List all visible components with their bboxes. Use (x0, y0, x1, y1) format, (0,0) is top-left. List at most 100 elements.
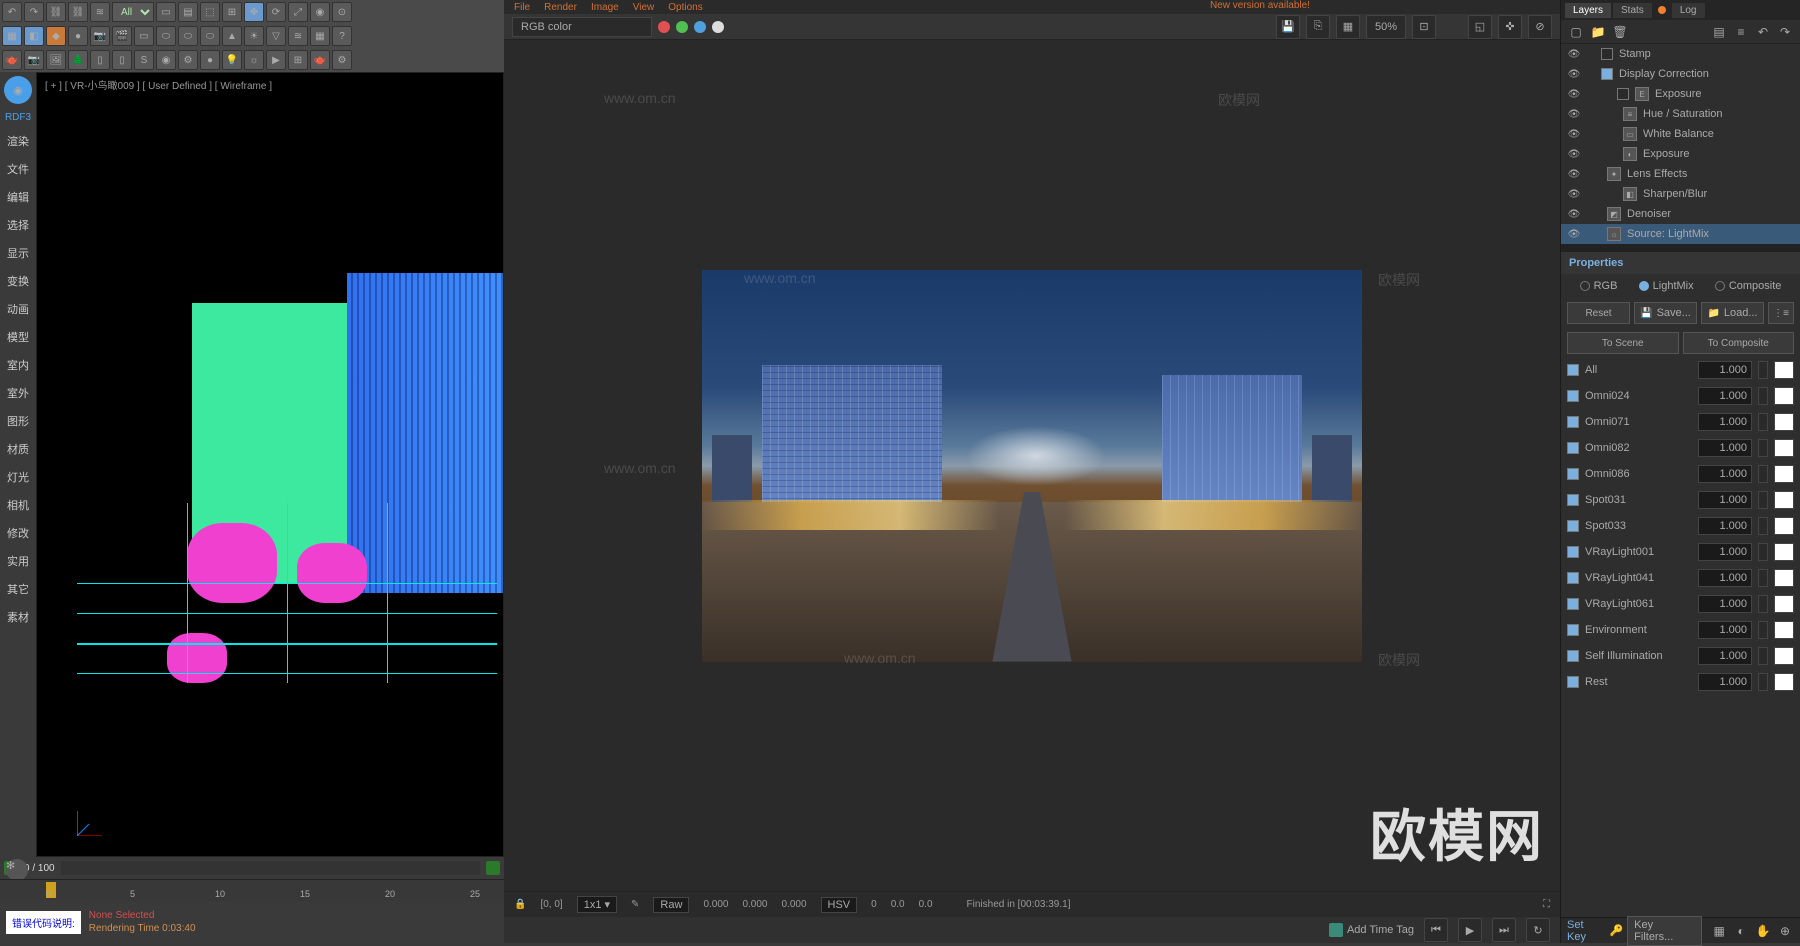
layer-row[interactable]: 👁◐Exposure (1561, 144, 1800, 164)
unlink-icon[interactable]: ⛓ (68, 2, 88, 22)
light-spinner[interactable] (1758, 465, 1768, 483)
rotate-icon[interactable]: ⟳ (266, 2, 286, 22)
bottom-d-icon[interactable]: ⊕ (1776, 922, 1794, 940)
menu-render[interactable]: Render (544, 2, 577, 13)
save-icon[interactable]: 💾 (1276, 15, 1300, 39)
layer-row[interactable]: 👁EExposure (1561, 84, 1800, 104)
expand-icon[interactable]: ⛶ (1543, 899, 1550, 910)
tool-b-icon[interactable]: ◧ (24, 26, 44, 46)
redo-panel-icon[interactable]: ↷ (1776, 23, 1794, 41)
light-color-swatch[interactable] (1774, 439, 1794, 457)
layer-checkbox[interactable] (1601, 68, 1613, 80)
layer-row[interactable]: 👁Display Correction (1561, 64, 1800, 84)
picker-icon[interactable]: ✎ (631, 899, 639, 910)
eye-icon[interactable]: 👁 (1567, 69, 1581, 80)
rdf-icon[interactable]: ◉ (4, 76, 32, 104)
light-spinner[interactable] (1758, 387, 1768, 405)
eye-icon[interactable]: 👁 (1567, 49, 1581, 60)
viewport[interactable]: [ + ] [ VR-小鸟瞰009 ] [ User Defined ] [ W… (36, 72, 504, 857)
channel-green-icon[interactable] (676, 21, 688, 33)
light-color-swatch[interactable] (1774, 413, 1794, 431)
t3-cfg-icon[interactable]: ⚙ (332, 50, 352, 70)
channel-mono-icon[interactable] (712, 21, 724, 33)
t3-page-icon[interactable]: ▯ (112, 50, 132, 70)
t3-ball-icon[interactable]: ● (200, 50, 220, 70)
layer-row[interactable]: 👁◩Denoiser (1561, 204, 1800, 224)
wave-icon[interactable]: ≋ (288, 26, 308, 46)
timeline-track[interactable] (61, 861, 480, 875)
t3-spiral-icon[interactable]: ◉ (156, 50, 176, 70)
light-value[interactable]: 1.000 (1698, 465, 1752, 483)
cone-icon[interactable]: ▲ (222, 26, 242, 46)
prev-key-icon[interactable]: ⏮ (1424, 918, 1448, 942)
color-mode-select[interactable]: RGB color (512, 17, 652, 37)
undo-panel-icon[interactable]: ↶ (1754, 23, 1772, 41)
bottom-c-icon[interactable]: ✋ (1754, 922, 1772, 940)
bottom-b-icon[interactable]: ◐ (1732, 922, 1750, 940)
spot-icon[interactable]: ▽ (266, 26, 286, 46)
set-key-button[interactable]: Set Key (1567, 919, 1605, 943)
loop-icon[interactable]: ↻ (1526, 918, 1550, 942)
delete-icon[interactable]: 🗑 (1611, 23, 1629, 41)
light-name[interactable]: VRayLight001 (1585, 546, 1692, 558)
light-checkbox[interactable] (1567, 442, 1579, 454)
t3-doc-icon[interactable]: ▯ (90, 50, 110, 70)
load-button[interactable]: 📁 Load... (1701, 302, 1764, 324)
light-color-swatch[interactable] (1774, 517, 1794, 535)
mode-rgb[interactable]: RGB (1580, 280, 1618, 292)
light-value[interactable]: 1.000 (1698, 569, 1752, 587)
scale-icon[interactable]: ⤢ (288, 2, 308, 22)
light-checkbox[interactable] (1567, 676, 1579, 688)
sun-icon[interactable]: ☀ (244, 26, 264, 46)
grid-icon[interactable]: ▦ (310, 26, 330, 46)
redo-icon[interactable]: ↷ (24, 2, 44, 22)
new-version-label[interactable]: New version available! (1210, 0, 1310, 11)
light-color-swatch[interactable] (1774, 621, 1794, 639)
light-name[interactable]: Self Illumination (1585, 650, 1692, 662)
add-layer-icon[interactable]: ▢ (1567, 23, 1585, 41)
light-color-swatch[interactable] (1774, 647, 1794, 665)
light-color-swatch[interactable] (1774, 673, 1794, 691)
fit-icon[interactable]: ⊡ (1412, 15, 1436, 39)
eye-icon[interactable]: 👁 (1567, 209, 1581, 220)
light-name[interactable]: Spot033 (1585, 520, 1692, 532)
side-item-assets[interactable]: 素材 (7, 607, 29, 627)
light-name[interactable]: Omni082 (1585, 442, 1692, 454)
side-item-render[interactable]: 渲染 (7, 131, 29, 151)
list-icon[interactable]: ≡ (1732, 23, 1750, 41)
light-checkbox[interactable] (1567, 624, 1579, 636)
select-icon[interactable]: ▭ (156, 2, 176, 22)
ellipse2-icon[interactable]: ⬭ (178, 26, 198, 46)
zoom-level[interactable]: 50% (1366, 15, 1406, 39)
light-value[interactable]: 1.000 (1698, 517, 1752, 535)
layer-row[interactable]: 👁▭White Balance (1561, 124, 1800, 144)
render-area[interactable]: www.om.cn 欧模网 www.om.cn 欧模网 www.om.cn ww… (504, 40, 1560, 891)
light-value[interactable]: 1.000 (1698, 439, 1752, 457)
layer-row[interactable]: 👁≡Hue / Saturation (1561, 104, 1800, 124)
light-spinner[interactable] (1758, 621, 1768, 639)
region-icon[interactable]: ◱ (1468, 15, 1492, 39)
light-value[interactable]: 1.000 (1698, 361, 1752, 379)
light-name[interactable]: All (1585, 364, 1692, 376)
tab-stats[interactable]: Stats (1613, 3, 1652, 18)
light-name[interactable]: Omni071 (1585, 416, 1692, 428)
plane-icon[interactable]: ▭ (134, 26, 154, 46)
light-checkbox[interactable] (1567, 416, 1579, 428)
light-checkbox[interactable] (1567, 364, 1579, 376)
cam-icon[interactable]: 📷 (90, 26, 110, 46)
t3-teapot-icon[interactable]: 🫖 (2, 50, 22, 70)
key-filters-button[interactable]: Key Filters... (1627, 916, 1702, 946)
light-value[interactable]: 1.000 (1698, 647, 1752, 665)
light-spinner[interactable] (1758, 439, 1768, 457)
light-value[interactable]: 1.000 (1698, 621, 1752, 639)
light-checkbox[interactable] (1567, 546, 1579, 558)
tool-a-icon[interactable]: ▦ (2, 26, 22, 46)
snap-icon[interactable]: ⊙ (332, 2, 352, 22)
light-checkbox[interactable] (1567, 390, 1579, 402)
light-name[interactable]: Omni086 (1585, 468, 1692, 480)
light-spinner[interactable] (1758, 595, 1768, 613)
light-name[interactable]: VRayLight061 (1585, 598, 1692, 610)
to-scene-button[interactable]: To Scene (1567, 332, 1679, 354)
eye-icon[interactable]: 👁 (1567, 229, 1581, 240)
side-item-material[interactable]: 材质 (7, 439, 29, 459)
